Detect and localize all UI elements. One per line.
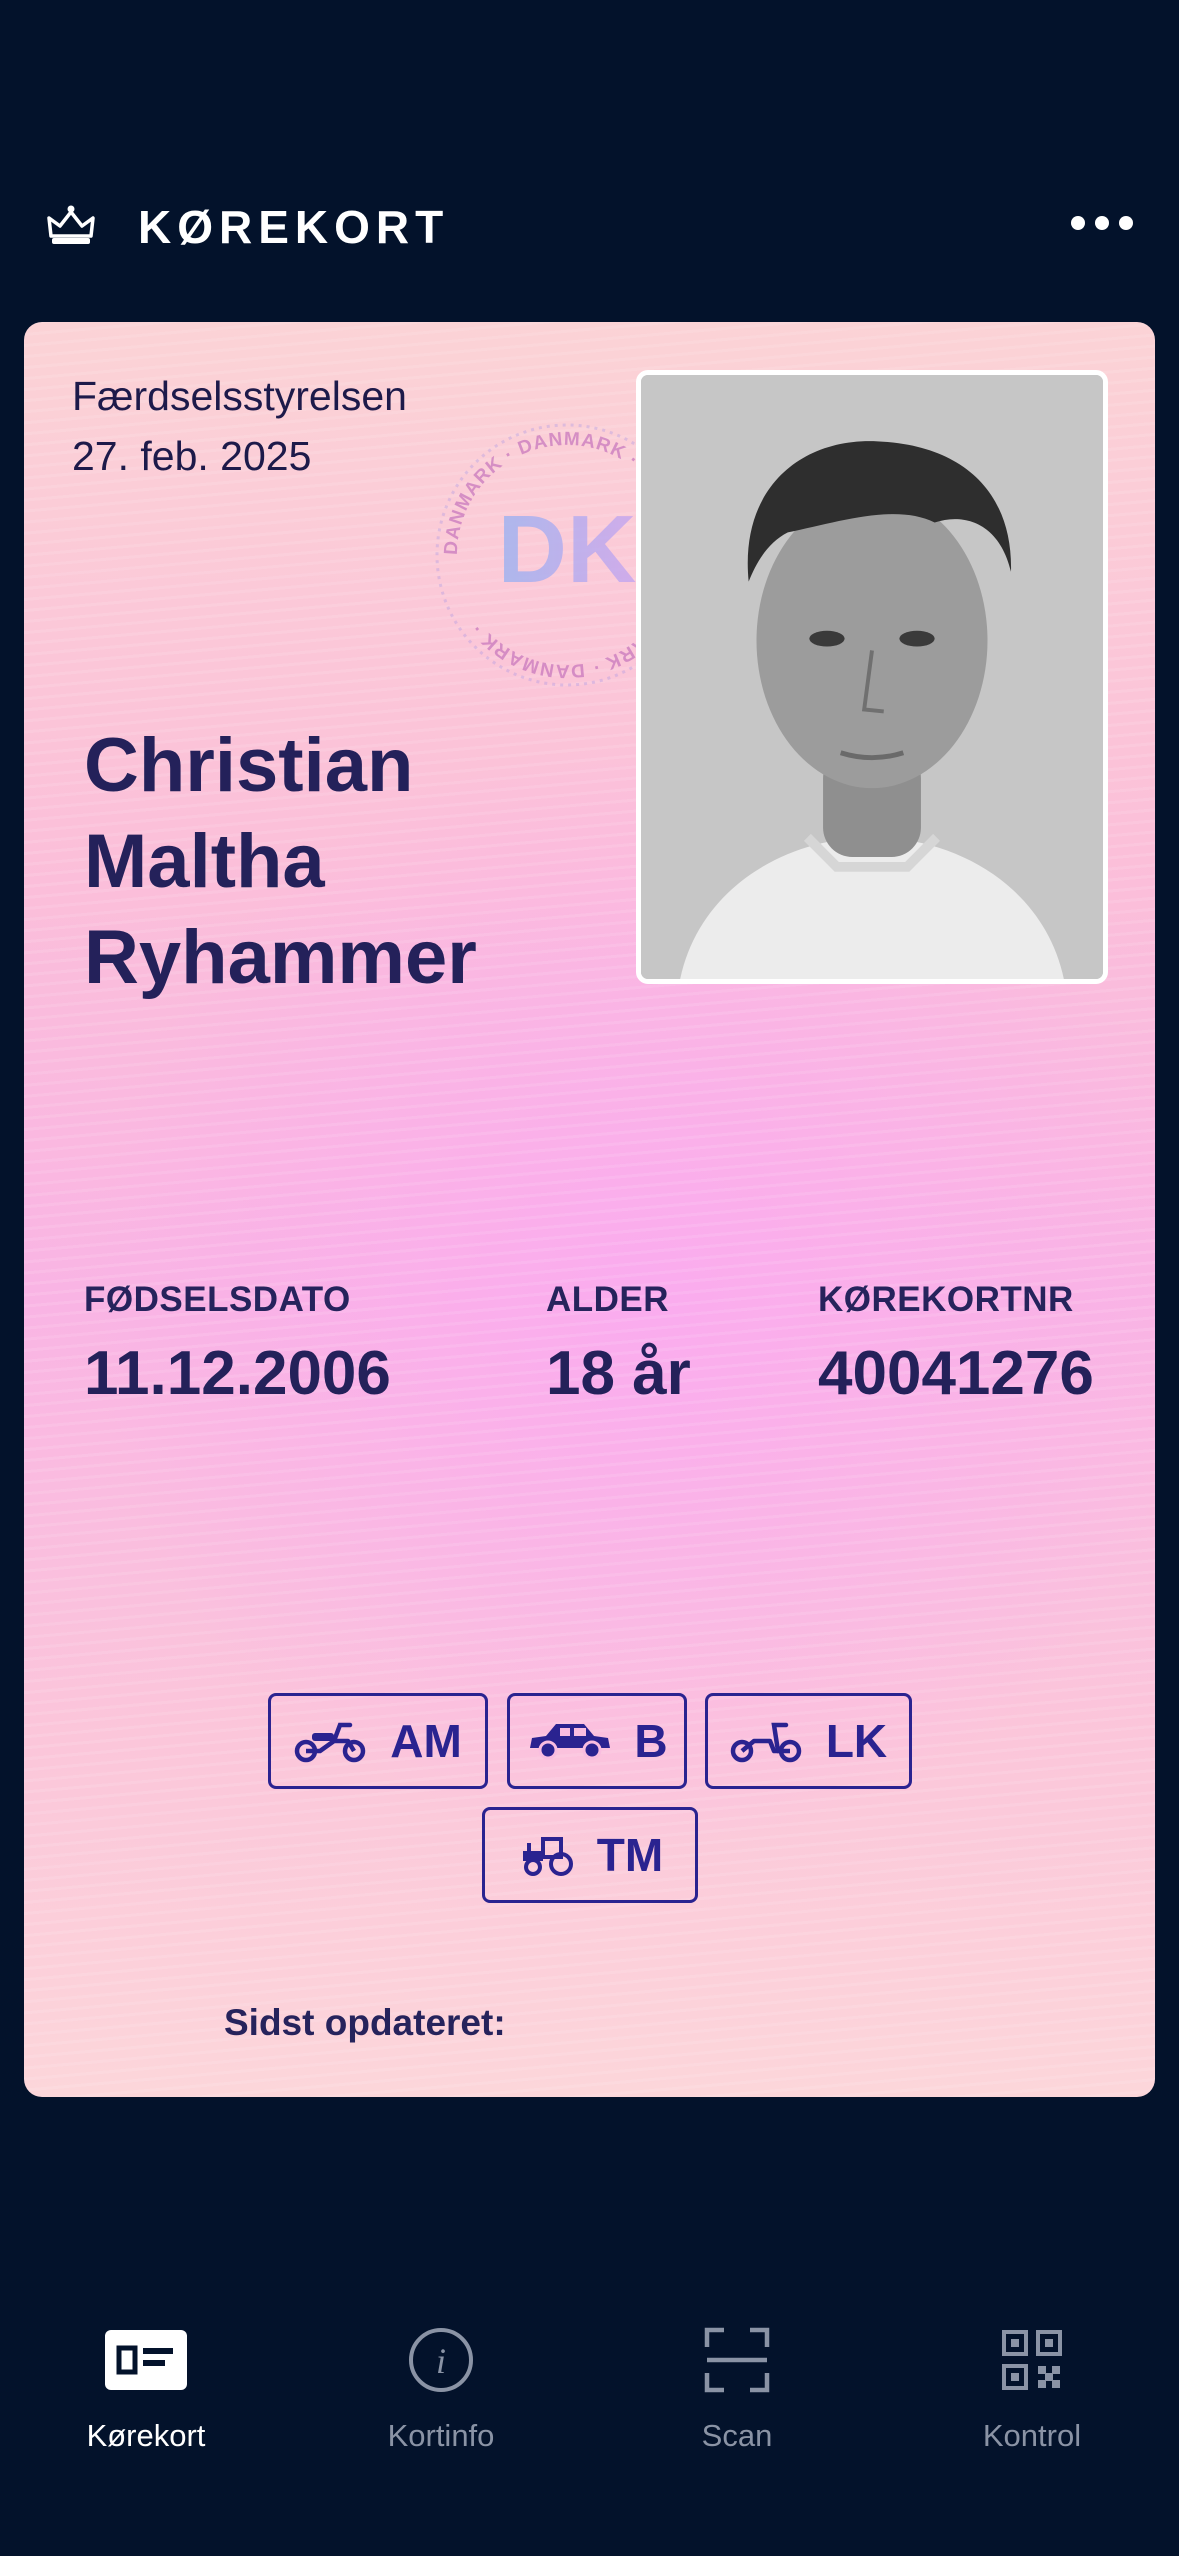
tractor-icon: [522, 1837, 573, 1876]
birthdate-value: 11.12.2006: [84, 1339, 391, 1408]
nav-item-korekort[interactable]: Kørekort: [36, 2320, 256, 2454]
nav-label-kortinfo: Kortinfo: [387, 2418, 495, 2453]
qr-code-icon: [1002, 2330, 1062, 2390]
more-options-icon[interactable]: [1071, 216, 1133, 232]
license-number-value: 40041276: [818, 1339, 1094, 1408]
scan-icon: [704, 2327, 770, 2393]
nav-label-scan: Scan: [701, 2418, 773, 2453]
info-icon: i: [409, 2328, 473, 2392]
last-updated-label: Sidst opdateret:: [224, 2002, 506, 2043]
license-card-icon: [105, 2330, 187, 2390]
scooter-icon: [730, 1722, 802, 1763]
age-field: ALDER 18 år: [546, 1280, 691, 1409]
category-code-b: B: [634, 1715, 668, 1767]
nav-item-kortinfo[interactable]: i Kortinfo: [331, 2320, 551, 2454]
moped-icon: [294, 1722, 366, 1763]
car-icon: [530, 1724, 611, 1760]
age-value: 18 år: [546, 1339, 691, 1408]
category-badge-b[interactable]: B: [507, 1693, 687, 1789]
svg-text:i: i: [436, 2341, 446, 2381]
license-number-field: KØREKORTNR 40041276: [818, 1280, 1094, 1409]
nav-item-kontrol[interactable]: Kontrol: [922, 2320, 1142, 2454]
bottom-nav: Kørekort i Kortinfo Scan Kontrol: [0, 2320, 1179, 2480]
holder-name: Christian Maltha Ryhammer: [84, 718, 477, 1006]
issuer-name: Færdselsstyrelsen: [72, 373, 407, 419]
category-badge-tm[interactable]: TM: [482, 1807, 698, 1903]
name-line-1: Christian: [84, 723, 414, 808]
age-label: ALDER: [546, 1280, 670, 1319]
birthdate-label: FØDSELSDATO: [84, 1280, 351, 1319]
category-badge-lk[interactable]: LK: [705, 1693, 912, 1789]
license-card: Færdselsstyrelsen 27. feb. 2025 DANMARK …: [24, 322, 1155, 2097]
nav-label-kontrol: Kontrol: [982, 2418, 1082, 2453]
crown-icon: [47, 205, 95, 244]
nav-label-korekort: Kørekort: [86, 2418, 206, 2453]
category-code-lk: LK: [825, 1715, 888, 1767]
license-number-label: KØREKORTNR: [818, 1280, 1074, 1319]
category-badge-am[interactable]: AM: [268, 1693, 488, 1789]
issuer-block: Færdselsstyrelsen 27. feb. 2025: [72, 366, 407, 486]
issue-date: 27. feb. 2025: [72, 433, 312, 479]
app-header: KØREKORT: [0, 190, 1179, 270]
nav-item-scan[interactable]: Scan: [627, 2320, 847, 2454]
name-line-3: Ryhammer: [84, 915, 477, 1000]
screen: KØREKORT Færdselsstyrelsen 27. feb. 2025…: [0, 0, 1179, 2556]
page-title: KØREKORT: [138, 201, 450, 253]
birthdate-field: FØDSELSDATO 11.12.2006: [84, 1280, 391, 1409]
category-code-tm: TM: [596, 1829, 664, 1881]
svg-text:DK: DK: [498, 496, 637, 603]
category-code-am: AM: [390, 1715, 462, 1767]
portrait-photo: [636, 370, 1108, 984]
name-line-2: Maltha: [84, 819, 325, 904]
